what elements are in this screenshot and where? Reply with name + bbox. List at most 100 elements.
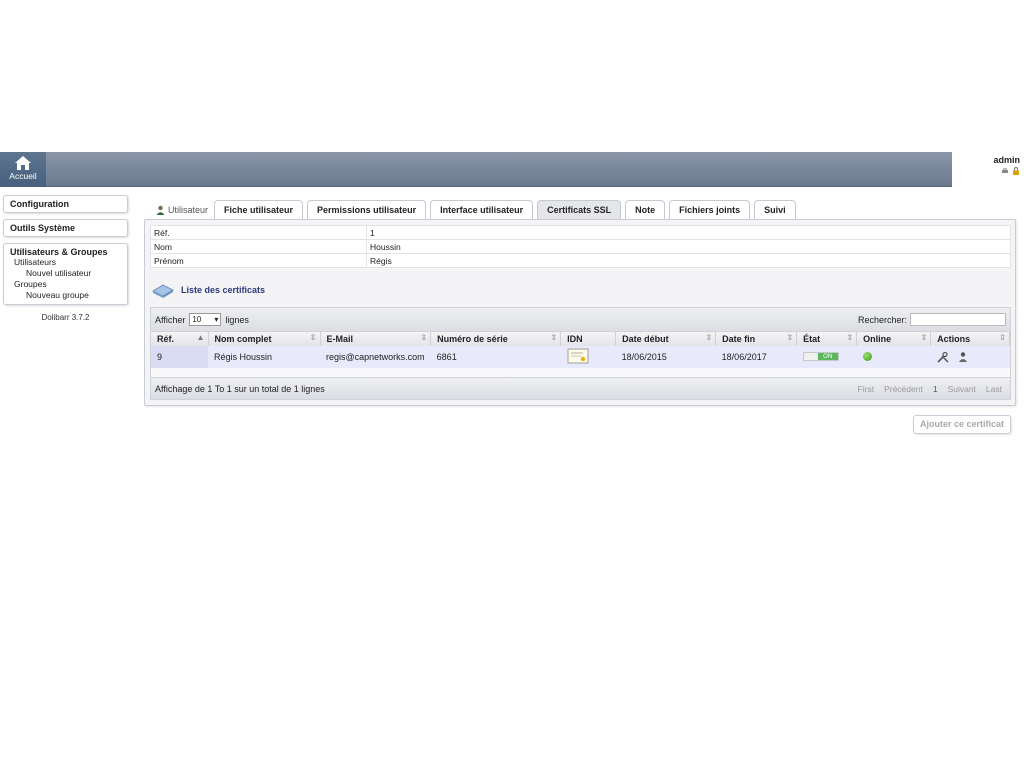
sort-icon: ⇳	[786, 333, 794, 342]
state-toggle-label: ON	[817, 353, 838, 360]
chevron-down-icon: ▾	[214, 315, 219, 324]
cell-ref: 9	[151, 346, 208, 368]
info-value: 1	[366, 225, 1011, 240]
tab-tracking[interactable]: Suivi	[754, 200, 796, 219]
col-start-date[interactable]: Date début ⇳	[615, 332, 717, 346]
cell-serial: 6861	[430, 346, 561, 368]
info-label: Réf.	[150, 225, 367, 240]
cell-actions	[930, 346, 1010, 368]
show-label: Afficher	[155, 314, 186, 325]
col-state[interactable]: État ⇳	[796, 332, 858, 346]
menu-block-configuration: Configuration	[3, 195, 128, 213]
certificates-title-text[interactable]: Liste des certificats	[181, 285, 265, 295]
info-row: Nom Houssin	[150, 239, 1011, 254]
tab-user-permissions[interactable]: Permissions utilisateur	[307, 200, 427, 219]
menu-block-tools: Outils Système	[3, 219, 128, 237]
top-menu-bar: Accueil admin	[0, 152, 1024, 187]
pager-first[interactable]: First	[858, 384, 875, 394]
sort-asc-icon: ▲	[196, 333, 205, 342]
sort-icon: ⇳	[846, 333, 854, 342]
menu-users-groups[interactable]: Utilisateurs & Groupes	[10, 247, 121, 257]
user-icon	[156, 205, 165, 215]
sort-icon: ⇳	[999, 333, 1006, 342]
col-serial[interactable]: Numéro de série ⇳	[430, 332, 562, 346]
home-label: Accueil	[9, 171, 37, 181]
tab-bar: Utilisateur Fiche utilisateur Permission…	[150, 199, 800, 219]
edit-tools-icon[interactable]	[937, 351, 949, 363]
home-button[interactable]: Accueil	[0, 152, 46, 187]
certificates-table-wrapper: Afficher 10 ▾ lignes Rechercher: Réf. ▲ N…	[150, 307, 1011, 400]
col-end-date[interactable]: Date fin ⇳	[715, 332, 798, 346]
pager-previous[interactable]: Précédent	[884, 384, 923, 394]
info-label: Nom	[150, 239, 367, 254]
menu-block-users-groups: Utilisateurs & Groupes Utilisateurs Nouv…	[3, 243, 128, 305]
logout-lock-icon[interactable]	[1012, 167, 1020, 175]
table-toolbar: Afficher 10 ▾ lignes Rechercher:	[151, 308, 1010, 332]
sort-icon: ⇳	[420, 333, 428, 342]
lines-label: lignes	[225, 314, 249, 325]
col-name[interactable]: Nom complet ⇳	[208, 332, 321, 346]
tab-note[interactable]: Note	[625, 200, 666, 219]
cell-idn	[560, 346, 616, 368]
search-input[interactable]	[910, 313, 1006, 326]
menu-new-user[interactable]: Nouvel utilisateur	[10, 268, 121, 279]
table-header-row: Réf. ▲ Nom complet ⇳ E-Mail ⇳ Numéro de sér…	[151, 332, 1010, 346]
page-length-value: 10	[192, 315, 202, 324]
certificate-icon[interactable]	[567, 348, 589, 364]
table-row: 9 Régis Houssin regis@capnetworks.com 68…	[151, 346, 1010, 368]
info-label: Prénom	[150, 253, 367, 268]
tab-ssl-certificates[interactable]: Certificats SSL	[537, 200, 622, 219]
info-value: Houssin	[366, 239, 1011, 254]
online-status-icon	[862, 351, 872, 361]
home-icon	[15, 156, 31, 170]
pager-current-page[interactable]: 1	[933, 384, 938, 394]
info-value: Régis	[366, 253, 1011, 268]
cell-online	[856, 346, 931, 368]
tab-head: Utilisateur	[150, 205, 214, 219]
page-length-select[interactable]: 10 ▾	[189, 313, 222, 326]
page-length-control: Afficher 10 ▾ lignes	[155, 313, 249, 326]
cell-state: ON	[796, 346, 857, 368]
pager-last[interactable]: Last	[986, 384, 1002, 394]
pager-next[interactable]: Suivant	[948, 384, 976, 394]
user-stamp-icon[interactable]	[957, 351, 969, 363]
certificates-title: Liste des certificats	[152, 282, 265, 298]
main-panel: Réf. 1 Nom Houssin Prénom Régis Liste de…	[144, 219, 1016, 406]
sort-icon: ⇳	[705, 333, 713, 342]
certificates-table: Réf. ▲ Nom complet ⇳ E-Mail ⇳ Numéro de sér…	[151, 332, 1010, 368]
sort-icon: ⇳	[550, 333, 558, 342]
tab-user-interface[interactable]: Interface utilisateur	[430, 200, 534, 219]
col-online[interactable]: Online ⇳	[856, 332, 932, 346]
pagination: First Précédent 1 Suivant Last	[858, 384, 1006, 394]
menu-groups[interactable]: Groupes	[10, 279, 121, 290]
state-toggle[interactable]: ON	[802, 352, 839, 361]
tab-head-label: Utilisateur	[168, 205, 209, 215]
table-footer: Affichage de 1 To 1 sur un total de 1 li…	[151, 377, 1010, 399]
col-idn: IDN	[560, 332, 617, 346]
certificate-list-icon	[152, 284, 174, 298]
col-actions[interactable]: Actions ⇳	[930, 332, 1010, 346]
left-menu: Configuration Outils Système Utilisateur…	[3, 195, 128, 322]
menu-new-group[interactable]: Nouveau groupe	[10, 290, 121, 301]
add-certificate-button[interactable]: Ajouter ce certificat	[913, 415, 1012, 434]
user-info-table: Réf. 1 Nom Houssin Prénom Régis	[150, 225, 1011, 268]
cell-name: Régis Houssin	[208, 346, 320, 368]
menu-configuration[interactable]: Configuration	[10, 199, 121, 209]
col-email[interactable]: E-Mail ⇳	[320, 332, 432, 346]
search-label: Rechercher:	[857, 314, 907, 325]
sort-icon: ⇳	[920, 333, 928, 342]
version-label: Dolibarr 3.7.2	[41, 313, 90, 322]
cell-end-date: 18/06/2017	[715, 346, 797, 368]
sort-icon: ⇳	[309, 333, 317, 342]
user-name[interactable]: admin	[993, 155, 1020, 165]
cell-email: regis@capnetworks.com	[320, 346, 431, 368]
col-ref[interactable]: Réf. ▲	[151, 332, 209, 346]
tab-user-card[interactable]: Fiche utilisateur	[214, 200, 304, 219]
table-summary: Affichage de 1 To 1 sur un total de 1 li…	[155, 383, 325, 394]
print-icon[interactable]	[1001, 167, 1009, 175]
menu-users[interactable]: Utilisateurs	[10, 257, 121, 268]
menu-system-tools[interactable]: Outils Système	[10, 223, 121, 233]
user-info: admin	[993, 155, 1020, 175]
tab-attached-files[interactable]: Fichiers joints	[669, 200, 751, 219]
info-row: Prénom Régis	[150, 253, 1011, 268]
